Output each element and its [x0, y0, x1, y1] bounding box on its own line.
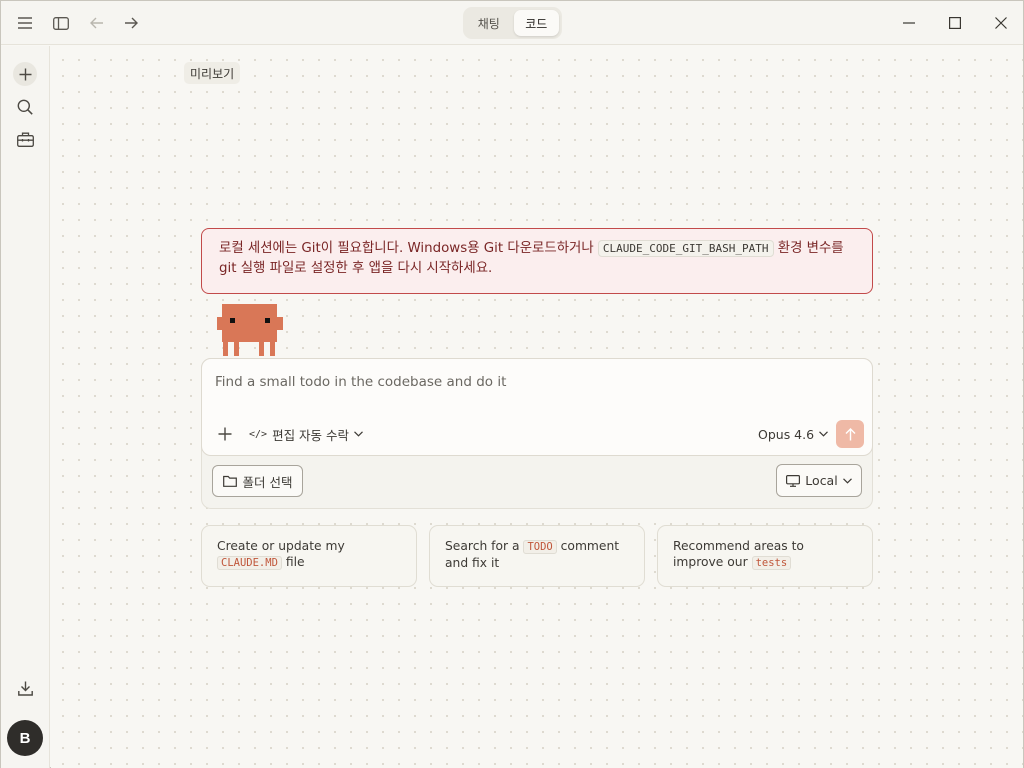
alert-text-before: 로컬 세션에는 Git이 필요합니다. Windows용 Git 다운로드하거나	[219, 241, 594, 256]
suggestion-text: Create or update my	[217, 539, 345, 553]
suggestion-text: file	[285, 555, 305, 569]
main-area: 미리보기 로컬 세션에는 Git이 필요합니다. Windows용 Git 다운…	[51, 46, 1023, 768]
new-session-button[interactable]	[13, 62, 37, 86]
arrow-left-icon[interactable]	[85, 11, 109, 35]
environment-dropdown[interactable]: Local	[776, 464, 862, 497]
toolbox-icon	[16, 132, 34, 147]
sidebar-panel-icon[interactable]	[49, 11, 73, 35]
model-selector[interactable]: Opus 4.6	[758, 423, 828, 445]
chevron-down-icon	[842, 477, 852, 484]
preview-label[interactable]: 미리보기	[184, 62, 241, 84]
close-icon[interactable]	[989, 11, 1013, 35]
chevron-down-icon	[819, 431, 828, 437]
env-var-code: CLAUDE_CODE_GIT_BASH_PATH	[597, 240, 774, 257]
monitor-icon	[786, 474, 801, 487]
search-button[interactable]	[13, 95, 37, 119]
minimize-icon[interactable]	[897, 11, 921, 35]
search-icon	[17, 99, 33, 115]
suggestion-tests[interactable]: Recommend areas to improve our tests	[657, 525, 873, 587]
mode-label: 편집 자동 수락	[272, 427, 350, 443]
tab-chat[interactable]: 채팅	[466, 10, 512, 36]
mode-switch: 채팅 코드	[463, 7, 562, 39]
permission-mode-dropdown[interactable]: </> 편집 자동 수락	[249, 423, 363, 445]
suggestion-claude-md[interactable]: Create or update my CLAUDE.MD file	[201, 525, 417, 587]
folder-icon	[222, 475, 237, 487]
tools-button[interactable]	[13, 127, 37, 151]
code-brackets-icon: </>	[249, 428, 268, 440]
download-button[interactable]	[13, 676, 37, 700]
tab-code[interactable]: 코드	[513, 10, 559, 36]
download-icon	[17, 681, 33, 696]
suggestion-code: TODO	[523, 540, 557, 554]
suggestion-code: CLAUDE.MD	[217, 556, 282, 570]
avatar[interactable]: B	[7, 720, 43, 756]
title-bar: 채팅 코드	[1, 1, 1023, 45]
prompt-input[interactable]	[215, 371, 855, 393]
suggestion-todo[interactable]: Search for a TODO comment and fix it	[429, 525, 645, 587]
sidebar: B	[1, 46, 50, 768]
app-window: 채팅 코드 B 미리보기 로컬 세션에는 Git이 필요합니다. Windows…	[0, 0, 1024, 768]
select-folder-button[interactable]: 폴더 선택	[212, 465, 303, 497]
suggestion-code: tests	[751, 556, 792, 570]
plus-icon	[19, 68, 32, 81]
arrow-up-icon	[845, 427, 856, 441]
plus-icon	[218, 427, 232, 441]
git-required-alert: 로컬 세션에는 Git이 필요합니다. Windows용 Git 다운로드하거나…	[201, 228, 873, 294]
maximize-icon[interactable]	[943, 11, 967, 35]
hamburger-menu-icon[interactable]	[13, 11, 37, 35]
select-folder-label: 폴더 선택	[242, 474, 293, 490]
send-button[interactable]	[836, 420, 864, 448]
claude-mascot-icon	[217, 304, 283, 356]
composer: </> 편집 자동 수락 Opus 4.6	[201, 358, 873, 456]
model-label: Opus 4.6	[758, 426, 815, 442]
attach-button[interactable]	[214, 423, 236, 445]
arrow-right-icon[interactable]	[119, 11, 143, 35]
chevron-down-icon	[354, 431, 363, 437]
suggestion-text: Search for a	[445, 539, 520, 553]
environment-label: Local	[805, 473, 838, 488]
